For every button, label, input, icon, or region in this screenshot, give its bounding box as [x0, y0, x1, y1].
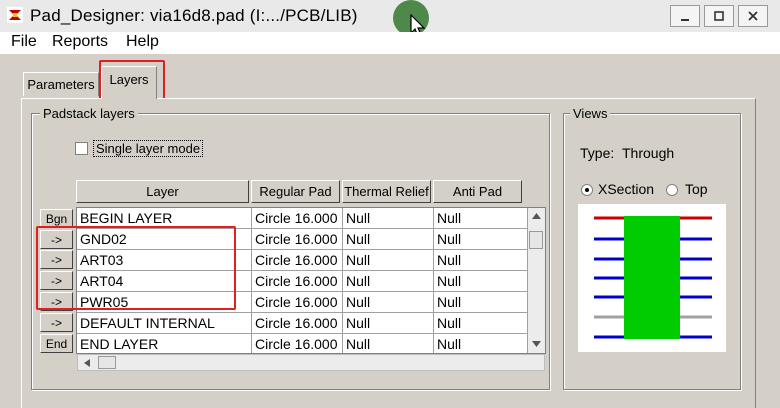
table-cell[interactable]: GND02 [77, 229, 252, 250]
top-radio[interactable] [666, 184, 678, 196]
table-cell[interactable]: Null [434, 334, 528, 353]
table-cell[interactable]: Null [434, 313, 528, 334]
tab-parameters[interactable]: Parameters [23, 72, 99, 96]
horizontal-scroll-thumb[interactable] [98, 356, 116, 369]
table-cell[interactable]: Circle 16.000 [252, 313, 343, 334]
close-icon [748, 11, 758, 21]
table-cell[interactable]: ART03 [77, 250, 252, 271]
column-header-thermal-relief[interactable]: Thermal Relief [342, 180, 431, 203]
tab-layers-label: Layers [109, 71, 149, 87]
row-button-begin[interactable]: Bgn [40, 209, 73, 228]
table-cell[interactable]: ART04 [77, 271, 252, 292]
xsection-radio-label[interactable]: XSection [598, 181, 654, 197]
type-label: Type: [580, 145, 615, 161]
table-cell[interactable]: Circle 16.000 [252, 250, 343, 271]
row-button-default-internal[interactable]: -> [40, 313, 73, 332]
table-cell[interactable]: DEFAULT INTERNAL [77, 313, 252, 334]
table-cell[interactable]: Null [434, 208, 528, 229]
pad-designer-app-icon[interactable] [7, 7, 23, 23]
table-cell[interactable]: Circle 16.000 [252, 271, 343, 292]
column-header-regular-pad-label: Regular Pad [259, 184, 332, 199]
row-button-end[interactable]: End [40, 334, 73, 353]
row-button-label: -> [50, 315, 62, 330]
window-title: Pad_Designer: via16d8.pad (I:.../PCB/LIB… [30, 6, 358, 25]
scroll-down-icon[interactable] [531, 340, 542, 348]
type-value: Through [622, 145, 675, 161]
xsection-radio[interactable] [581, 184, 593, 196]
scroll-left-icon[interactable] [83, 358, 91, 368]
table-cell[interactable]: Circle 16.000 [252, 334, 343, 353]
views-label: Views [570, 106, 611, 121]
tab-parameters-label: Parameters [27, 77, 95, 92]
table-cell[interactable]: END LAYER [77, 334, 252, 353]
table-cell[interactable]: Null [434, 271, 528, 292]
row-button-gnd02[interactable]: -> [40, 230, 73, 249]
table-cell[interactable]: PWR05 [77, 292, 252, 313]
grid-vertical-scrollbar[interactable] [528, 208, 545, 353]
column-header-regular-pad[interactable]: Regular Pad [251, 180, 340, 203]
menu-help[interactable]: Help [126, 33, 159, 51]
minimize-button[interactable] [670, 5, 700, 27]
row-button-label: -> [50, 294, 62, 309]
scroll-up-icon[interactable] [531, 212, 542, 220]
cross-section-preview [578, 204, 726, 352]
table-cell[interactable]: Null [343, 229, 434, 250]
row-button-label: Bgn [45, 211, 68, 226]
grid-horizontal-scrollbar[interactable] [77, 354, 545, 371]
column-header-layer-label: Layer [146, 184, 179, 199]
close-button[interactable] [738, 5, 768, 27]
maximize-button[interactable] [704, 5, 734, 27]
menu-reports[interactable]: Reports [52, 33, 108, 51]
menu-file[interactable]: File [11, 33, 37, 51]
title-bar: Pad_Designer: via16d8.pad (I:.../PCB/LIB… [0, 0, 780, 37]
row-button-pwr05[interactable]: -> [40, 292, 73, 311]
row-button-art03[interactable]: -> [40, 250, 73, 269]
row-button-label: -> [50, 273, 62, 288]
maximize-icon [714, 11, 724, 21]
row-button-label: -> [50, 252, 62, 267]
row-button-art04[interactable]: -> [40, 271, 73, 290]
table-cell[interactable]: Circle 16.000 [252, 208, 343, 229]
table-cell[interactable]: Null [434, 250, 528, 271]
row-button-label: End [45, 336, 68, 351]
top-radio-label[interactable]: Top [685, 181, 708, 197]
table-cell[interactable]: Null [343, 250, 434, 271]
table-cell[interactable]: Null [343, 208, 434, 229]
column-header-anti-pad[interactable]: Anti Pad [433, 180, 522, 203]
column-header-anti-pad-label: Anti Pad [452, 184, 503, 199]
vertical-scroll-thumb[interactable] [529, 231, 543, 249]
table-cell[interactable]: BEGIN LAYER [77, 208, 252, 229]
padstack-layer-grid[interactable]: BEGIN LAYER Circle 16.000 Null Null GND0… [76, 207, 546, 354]
column-header-layer[interactable]: Layer [76, 180, 249, 203]
table-cell[interactable]: Null [343, 271, 434, 292]
row-button-label: -> [50, 232, 62, 247]
table-cell[interactable]: Circle 16.000 [252, 229, 343, 250]
table-cell[interactable]: Null [343, 292, 434, 313]
via-pad-barrel [624, 216, 680, 339]
table-cell[interactable]: Null [434, 292, 528, 313]
padstack-layers-label: Padstack layers [40, 106, 138, 121]
table-cell[interactable]: Circle 16.000 [252, 292, 343, 313]
minimize-icon [681, 19, 689, 21]
menu-bar: File Reports Help [0, 32, 780, 54]
single-layer-mode-label[interactable]: Single layer mode [93, 140, 204, 157]
table-cell[interactable]: Null [343, 334, 434, 353]
table-cell[interactable]: Null [434, 229, 528, 250]
tab-layers[interactable]: Layers [101, 66, 157, 99]
table-cell[interactable]: Null [343, 313, 434, 334]
single-layer-mode-checkbox[interactable] [75, 142, 88, 155]
column-header-thermal-relief-label: Thermal Relief [344, 184, 429, 199]
